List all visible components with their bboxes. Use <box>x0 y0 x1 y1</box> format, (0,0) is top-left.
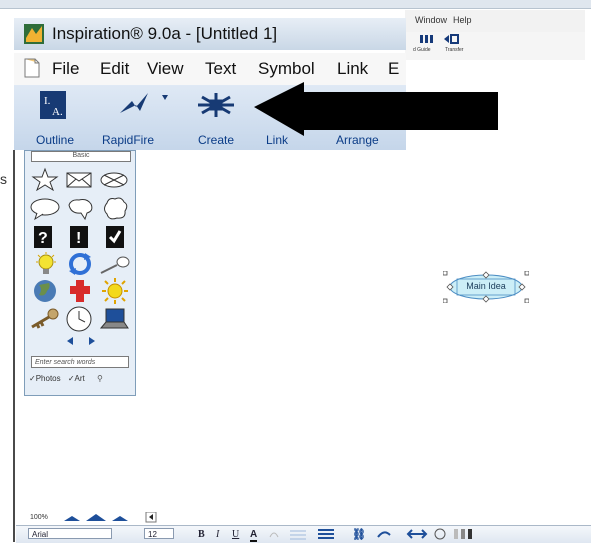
cycle-arrows-symbol-icon[interactable] <box>67 251 93 277</box>
zoom-bar: 100% <box>30 510 330 524</box>
settings-icon <box>434 528 446 540</box>
art-checkbox[interactable]: ✓Art <box>68 374 85 383</box>
menu-link[interactable]: Link <box>337 59 368 79</box>
thought-bubble-symbol-icon[interactable] <box>65 197 95 221</box>
menu-text[interactable]: Text <box>205 59 236 79</box>
photos-checkbox[interactable]: ✓Photos <box>29 374 61 383</box>
symbol-library-value: Basic <box>72 152 90 159</box>
window-left-border <box>13 150 15 542</box>
font-size-select[interactable]: 12 <box>144 528 174 539</box>
svg-text:?: ? <box>38 230 48 247</box>
svg-text:A.: A. <box>52 106 63 118</box>
quick-guide-icon[interactable] <box>419 34 433 44</box>
annotation-arrow-icon <box>254 82 498 136</box>
speech-bubble-symbol-icon[interactable] <box>29 197 61 221</box>
symbol-library-select[interactable]: Basic <box>31 151 131 162</box>
bar-1-icon <box>454 529 458 539</box>
window-title: Inspiration® 9.0a - [Untitled 1] <box>52 24 278 43</box>
exclamation-symbol-icon[interactable]: ! <box>69 225 89 249</box>
envelope-symbol-icon[interactable] <box>65 171 93 189</box>
rapidfire-label[interactable]: RapidFire <box>102 133 154 147</box>
bold-button[interactable]: B <box>198 529 205 540</box>
transfer-icon[interactable] <box>443 34 459 44</box>
menu-view[interactable]: View <box>147 59 184 79</box>
text-color-button[interactable]: A <box>250 529 258 542</box>
bar-2-icon <box>461 529 465 539</box>
italic-button[interactable]: I <box>216 529 219 540</box>
star-symbol-icon[interactable] <box>31 167 59 191</box>
resize-icon <box>406 529 428 539</box>
menu-e[interactable]: E <box>388 59 399 79</box>
quick-guide-label: d Guide <box>413 47 431 53</box>
puzzle-piece-symbol-icon[interactable] <box>67 277 93 305</box>
transfer-label: Transfer <box>445 47 464 53</box>
rapidfire-button[interactable] <box>118 91 168 117</box>
palette-pager-icon[interactable] <box>61 335 101 347</box>
key-symbol-icon[interactable] <box>29 307 61 331</box>
format-icons: ⛓ <box>269 528 472 541</box>
line-style-icon <box>269 532 279 538</box>
menu-edit[interactable]: Edit <box>100 59 129 79</box>
search-options: ✓Photos ✓Art ⚲ <box>29 374 103 383</box>
magnifier-symbol-icon[interactable] <box>99 255 131 275</box>
symbol-palette: Basic ? ! Enter search words ✓Photos ✓Ar… <box>24 150 136 396</box>
laptop-symbol-icon[interactable] <box>99 307 129 331</box>
crossed-oval-symbol-icon[interactable] <box>99 171 129 189</box>
outline-button[interactable]: I. A. <box>40 91 66 119</box>
underline-button[interactable]: U <box>232 529 239 540</box>
font-family-value: Arial <box>32 530 49 539</box>
globe-symbol-icon[interactable] <box>31 277 59 305</box>
sun-symbol-icon[interactable] <box>101 277 129 305</box>
text-alignment-icon <box>318 529 334 539</box>
cloud-symbol-icon[interactable] <box>101 195 129 223</box>
lightbulb-symbol-icon[interactable] <box>33 251 59 277</box>
link-style-icon: ⛓ <box>352 528 366 541</box>
symbol-search-placeholder: Enter search words <box>35 359 96 366</box>
background-title-bar <box>0 0 591 9</box>
menu-file[interactable]: File <box>52 59 79 79</box>
svg-text:I.: I. <box>44 95 51 107</box>
zoom-level: 100% <box>30 514 48 521</box>
menu-window[interactable]: Window <box>415 15 447 25</box>
create-button[interactable] <box>194 89 238 121</box>
cut-off-text: s <box>0 171 7 187</box>
background-toolbar: d Guide Transfer <box>405 32 585 60</box>
align-icon <box>290 530 306 540</box>
symbol-search-input[interactable]: Enter search words <box>31 356 129 368</box>
formatting-toolbar: Arial 12 B I U A ⛓ <box>16 525 591 543</box>
font-family-select[interactable]: Arial <box>28 528 112 539</box>
menu-help[interactable]: Help <box>453 15 472 25</box>
create-label[interactable]: Create <box>198 133 234 147</box>
pen-icon <box>377 531 391 538</box>
main-idea-label: Main Idea <box>466 281 506 291</box>
menu-symbol[interactable]: Symbol <box>258 59 315 79</box>
background-menubar: Window Help <box>405 10 585 32</box>
svg-text:!: ! <box>76 230 81 247</box>
checkmark-symbol-icon[interactable] <box>105 225 125 249</box>
zoom-controls[interactable] <box>62 512 182 524</box>
window-title-bar: Inspiration® 9.0a - [Untitled 1] <box>14 18 406 50</box>
bar-3-icon <box>468 529 472 539</box>
outline-label[interactable]: Outline <box>36 133 74 147</box>
document-icon[interactable] <box>24 58 40 78</box>
search-icon[interactable]: ⚲ <box>97 374 103 383</box>
clock-symbol-icon[interactable] <box>65 305 93 333</box>
inspiration-logo-icon <box>24 24 44 44</box>
font-size-value: 12 <box>148 530 157 539</box>
question-mark-symbol-icon[interactable]: ? <box>33 225 53 249</box>
